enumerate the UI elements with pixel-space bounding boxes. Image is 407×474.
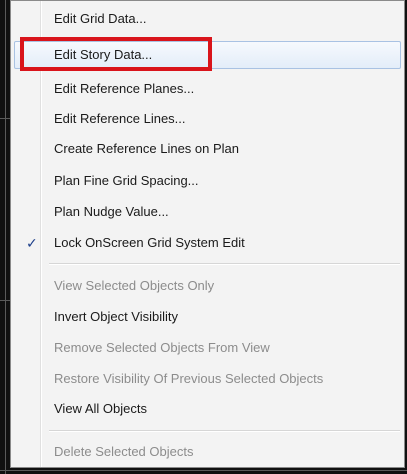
menu-item-label: Lock OnScreen Grid System Edit: [54, 235, 245, 250]
menu-item-lock-onscreen-grid-system-edit[interactable]: ✓ Lock OnScreen Grid System Edit: [14, 229, 401, 257]
menu-item-invert-object-visibility[interactable]: Invert Object Visibility: [14, 303, 401, 331]
menu-item-edit-reference-planes[interactable]: Edit Reference Planes...: [14, 75, 401, 103]
menu-item-restore-visibility-of-previous-selected-objects[interactable]: Restore Visibility Of Previous Selected …: [14, 365, 401, 393]
menu-item-edit-reference-lines[interactable]: Edit Reference Lines...: [14, 105, 401, 133]
menu-item-label: Remove Selected Objects From View: [54, 340, 270, 355]
annotation-highlight-box: [20, 37, 212, 71]
menu-item-plan-fine-grid-spacing[interactable]: Plan Fine Grid Spacing...: [14, 167, 401, 195]
menu-item-label: Plan Fine Grid Spacing...: [54, 173, 199, 188]
checkmark-icon: ✓: [26, 235, 38, 251]
menu-item-label: View All Objects: [54, 401, 147, 416]
menu-item-edit-grid-data[interactable]: Edit Grid Data...: [14, 5, 401, 33]
menu-separator: [49, 430, 400, 432]
menu-item-remove-selected-objects-from-view[interactable]: Remove Selected Objects From View: [14, 334, 401, 362]
menu-item-plan-nudge-value[interactable]: Plan Nudge Value...: [14, 198, 401, 226]
menu-item-create-reference-lines-on-plan[interactable]: Create Reference Lines on Plan: [14, 135, 401, 163]
menu-item-delete-selected-objects[interactable]: Delete Selected Objects: [14, 438, 401, 466]
menu-item-label: View Selected Objects Only: [54, 278, 215, 293]
menu-item-label: Delete Selected Objects: [54, 444, 194, 459]
menu-item-label: Edit Reference Lines...: [54, 111, 186, 126]
menu-item-label: Create Reference Lines on Plan: [54, 141, 240, 156]
menu-item-label: Edit Grid Data...: [54, 11, 147, 26]
menu-separator: [49, 263, 400, 265]
menu-item-view-selected-objects-only[interactable]: View Selected Objects Only: [14, 272, 401, 300]
menu-item-label: Restore Visibility Of Previous Selected …: [54, 371, 324, 386]
menu-item-view-all-objects[interactable]: View All Objects: [14, 395, 401, 423]
background-grid-line: [0, 470, 407, 471]
background-grid-line: [5, 0, 6, 474]
menu-item-label: Edit Reference Planes...: [54, 81, 195, 96]
menu-item-label: Plan Nudge Value...: [54, 204, 169, 219]
menu-item-label: Invert Object Visibility: [54, 309, 179, 324]
